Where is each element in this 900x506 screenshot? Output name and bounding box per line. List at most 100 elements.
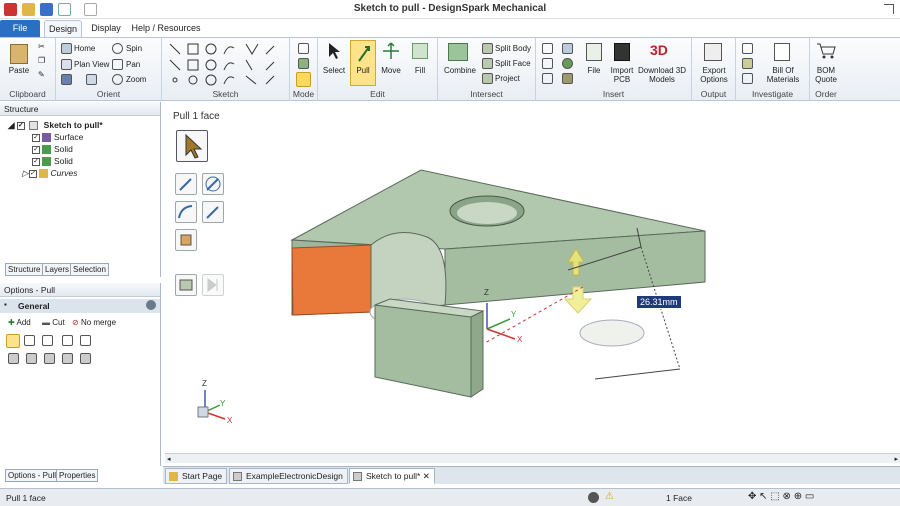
paste-button[interactable]: Paste: [4, 66, 34, 75]
tab-selection[interactable]: Selection: [70, 263, 109, 276]
checkbox[interactable]: ✓: [32, 157, 40, 166]
move-button[interactable]: Move: [378, 66, 404, 75]
option-icon[interactable]: [26, 353, 37, 364]
inspect-icon[interactable]: [742, 73, 753, 84]
3d-mode-icon[interactable]: [296, 72, 311, 87]
zoom-button[interactable]: Zoom: [126, 75, 146, 84]
sphere-icon[interactable]: [562, 58, 573, 69]
cart-icon[interactable]: [816, 42, 836, 60]
window-control-icon[interactable]: [884, 4, 894, 14]
file-button[interactable]: File: [582, 66, 606, 75]
doc-tab-sketch-to-pull[interactable]: Sketch to pull* ✕: [349, 468, 435, 484]
bom-quote-line2[interactable]: Quote: [810, 75, 842, 84]
tab-options-pull[interactable]: Options - Pull: [5, 469, 60, 482]
selection-count[interactable]: 1 Face: [666, 493, 692, 503]
select-arrow-icon[interactable]: [327, 42, 341, 60]
file-icon[interactable]: [586, 43, 602, 61]
section-mode-icon[interactable]: [298, 58, 309, 69]
download-3d-line2[interactable]: Models: [636, 75, 688, 84]
record-icon[interactable]: [588, 492, 599, 503]
split-body-icon[interactable]: [482, 43, 493, 54]
no-merge-option[interactable]: ⊘ No merge: [72, 318, 116, 327]
point-icon[interactable]: [542, 73, 553, 84]
model-viewport[interactable]: [165, 107, 900, 453]
option-icon[interactable]: [62, 353, 73, 364]
close-icon[interactable]: ✕: [423, 471, 430, 481]
checkbox[interactable]: ✓: [16, 121, 25, 130]
3d-models-icon[interactable]: 3D: [650, 42, 668, 58]
shell-icon[interactable]: [562, 73, 573, 84]
selection-tools-icon[interactable]: ✥ ↖ ⬚ ⊗ ⊕ ▭: [748, 491, 814, 502]
split-face-icon[interactable]: [482, 58, 493, 69]
home-icon[interactable]: [61, 43, 72, 54]
spin-button[interactable]: Spin: [126, 44, 142, 53]
pan-button[interactable]: Pan: [126, 60, 140, 69]
add-option[interactable]: ✚ Add: [8, 318, 31, 327]
checkbox[interactable]: ✓: [32, 145, 40, 154]
scroll-right-icon[interactable]: ▸: [894, 455, 898, 463]
zoom-icon[interactable]: [112, 74, 123, 85]
tab-properties[interactable]: Properties: [56, 469, 99, 482]
sketch-tools-icon[interactable]: [166, 42, 284, 88]
dimension-input[interactable]: 26.31mm: [636, 295, 682, 309]
option-icon[interactable]: [80, 335, 91, 346]
expand-icon[interactable]: ◢: [8, 120, 15, 130]
tab-file[interactable]: File: [0, 20, 40, 37]
doc-tab-start-page[interactable]: Start Page: [165, 468, 228, 484]
tree-item-curves[interactable]: ▷✓ Curves: [22, 168, 77, 179]
cut-option[interactable]: ▬ Cut: [42, 318, 65, 327]
pull-option-icon[interactable]: [6, 334, 20, 348]
pan-icon[interactable]: [112, 59, 123, 70]
warning-icon[interactable]: ⚠: [605, 491, 614, 502]
move-icon[interactable]: [382, 42, 400, 60]
download-3d-line1[interactable]: Download 3D: [636, 66, 688, 75]
collapse-icon[interactable]: ▪: [4, 300, 7, 309]
pull-button[interactable]: Pull: [350, 40, 376, 86]
option-icon[interactable]: [44, 353, 55, 364]
combine-button[interactable]: Combine: [440, 66, 480, 75]
combine-icon[interactable]: [448, 43, 468, 61]
tab-layers[interactable]: Layers: [42, 263, 73, 276]
tree-item-solid[interactable]: ✓ Solid: [32, 156, 73, 167]
project-button[interactable]: Project: [495, 74, 520, 83]
doc-tab-example[interactable]: ExampleElectronicDesign: [229, 468, 348, 484]
check-icon[interactable]: [742, 58, 753, 69]
design-canvas[interactable]: Pull 1 face 26.31mm Z Y X Z Y X: [165, 107, 900, 463]
paste-icon[interactable]: [10, 44, 28, 64]
tree-item-surface[interactable]: ✓ Surface: [32, 132, 83, 143]
bom-line2[interactable]: Materials: [760, 75, 806, 84]
fill-icon[interactable]: [412, 43, 428, 59]
plan-view-icon[interactable]: [61, 59, 72, 70]
plane-icon[interactable]: [542, 43, 553, 54]
cylinder-icon[interactable]: [562, 43, 573, 54]
option-icon[interactable]: [80, 353, 91, 364]
import-pcb-line2[interactable]: PCB: [608, 75, 636, 84]
option-icon[interactable]: [42, 335, 53, 346]
home-button[interactable]: Home: [74, 44, 95, 53]
axis-icon[interactable]: [542, 58, 553, 69]
bom-line1[interactable]: Bill Of: [760, 66, 806, 75]
scroll-left-icon[interactable]: ◂: [167, 455, 171, 463]
tab-structure[interactable]: Structure: [5, 263, 44, 276]
tab-design[interactable]: Design: [44, 20, 82, 37]
export-icon[interactable]: [704, 43, 722, 61]
view-cube-icon[interactable]: [61, 74, 72, 85]
section-header[interactable]: ▪ General: [0, 299, 160, 313]
checkbox[interactable]: ✓: [28, 169, 37, 178]
fill-button[interactable]: Fill: [408, 66, 432, 75]
option-icon[interactable]: [62, 335, 73, 346]
import-pcb-line1[interactable]: Import: [608, 66, 636, 75]
collapse-section-icon[interactable]: [146, 300, 156, 310]
import-pcb-icon[interactable]: [614, 43, 630, 61]
spin-icon[interactable]: [112, 43, 123, 54]
export-line2[interactable]: Options: [693, 75, 735, 84]
project-icon[interactable]: [482, 73, 493, 84]
horizontal-scrollbar[interactable]: ◂ ▸: [165, 453, 900, 463]
export-line1[interactable]: Export: [693, 66, 735, 75]
checkbox[interactable]: ✓: [32, 133, 40, 142]
option-icon[interactable]: [8, 353, 19, 364]
sketch-mode-icon[interactable]: [298, 43, 309, 54]
tab-display[interactable]: Display: [86, 20, 126, 37]
tree-root[interactable]: ◢ ✓ Sketch to pull*: [8, 120, 103, 131]
split-body-button[interactable]: Split Body: [495, 44, 531, 53]
